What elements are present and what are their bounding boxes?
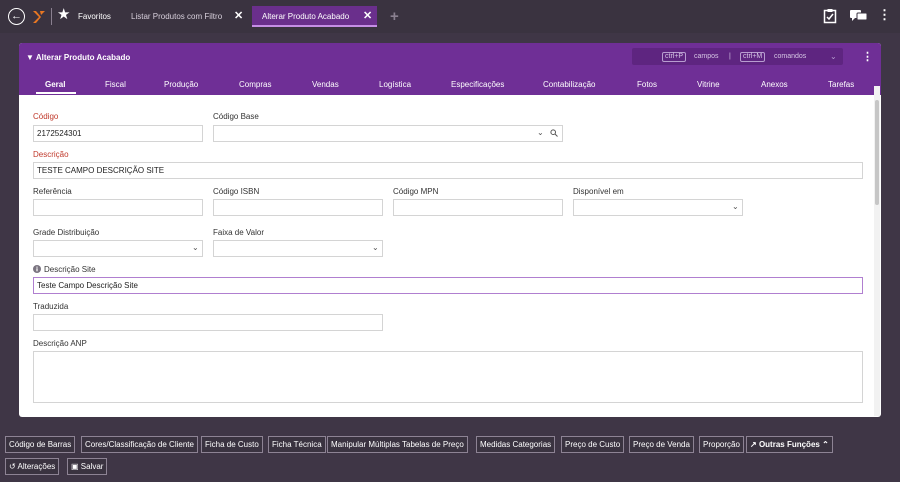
tab-geral[interactable]: Geral (45, 80, 65, 89)
shortcut-fields-label: campos (694, 53, 719, 60)
codigo-barras-button[interactable]: Código de Barras (5, 436, 76, 453)
external-link-icon: ↗ (750, 440, 757, 449)
cores-classificacao-button[interactable]: Cores/Classificação de Cliente (81, 436, 198, 453)
preco-custo-button[interactable]: Preço de Custo (561, 436, 625, 453)
tab-anexos[interactable]: Anexos (761, 80, 788, 89)
preco-venda-button[interactable]: Preço de Venda (629, 436, 694, 453)
codigo-isbn-label: Código ISBN (213, 187, 260, 196)
shortcut-fields-key: ctrl+P (662, 52, 687, 62)
chevron-down-icon[interactable]: ⌄ (537, 128, 544, 137)
codigo-mpn-input[interactable] (393, 199, 563, 216)
outras-funcoes-label: Outras Funções (758, 440, 820, 449)
codigo-base-label: Código Base (213, 112, 259, 121)
outras-funcoes-button[interactable]: ↗ Outras Funções ⌃ (746, 436, 833, 453)
ficha-tecnica-button[interactable]: Ficha Técnica (268, 436, 326, 453)
tab-alterar-produto[interactable]: Alterar Produto Acabado ✕ (252, 6, 377, 27)
tab-compras[interactable]: Compras (239, 80, 271, 89)
tab-tarefas[interactable]: Tarefas (828, 80, 854, 89)
faixa-valor-select[interactable] (213, 240, 383, 257)
codigo-label: Código (33, 112, 59, 121)
save-icon: ▣ (71, 462, 79, 471)
search-icon[interactable] (550, 129, 558, 137)
scrollbar-thumb[interactable] (875, 100, 879, 205)
descricao-anp-label: Descrição ANP (33, 339, 87, 348)
shortcut-separator: | (729, 53, 731, 60)
shortcut-commands-key: ctrl+M (740, 52, 766, 62)
salvar-label: Salvar (80, 462, 104, 471)
top-bar: ← ★ Favoritos Listar Produtos com Filtro… (0, 0, 900, 33)
info-icon[interactable] (33, 265, 41, 273)
clipboard-icon[interactable] (823, 8, 837, 24)
chevron-down-icon[interactable]: ⌄ (372, 243, 379, 252)
tab-vendas[interactable]: Vendas (312, 80, 339, 89)
ficha-custo-button[interactable]: Ficha de Custo (201, 436, 263, 453)
manipular-tabelas-button[interactable]: Manipular Múltiplas Tabelas de Preço (327, 436, 468, 453)
proporcao-button[interactable]: Proporção (699, 436, 744, 453)
faixa-valor-label: Faixa de Valor (213, 228, 264, 237)
descricao-site-label: Descrição Site (44, 265, 96, 274)
codigo-mpn-label: Código MPN (393, 187, 439, 196)
traduzida-input[interactable] (33, 314, 383, 331)
tab-contabilizacao[interactable]: Contabilização (543, 80, 595, 89)
close-icon[interactable]: ✕ (234, 9, 243, 22)
chat-icon[interactable] (850, 9, 868, 23)
divider (51, 8, 52, 25)
favorites-label[interactable]: Favoritos (78, 12, 111, 21)
more-icon[interactable]: ⋮ (878, 8, 891, 21)
descricao-site-input[interactable]: Teste Campo Descrição Site (33, 277, 863, 294)
medidas-categorias-button[interactable]: Medidas Categorias (476, 436, 556, 453)
chevron-down-icon[interactable]: ⌄ (732, 202, 739, 211)
chevron-up-icon: ⌃ (822, 440, 829, 449)
referencia-label: Referência (33, 187, 72, 196)
alteracoes-label: Alterações (17, 462, 56, 471)
codigo-isbn-input[interactable] (213, 199, 383, 216)
disponivel-em-label: Disponível em (573, 187, 624, 196)
descricao-label: Descrição (33, 150, 69, 159)
add-tab-icon[interactable]: + (390, 8, 399, 25)
tab-logistica[interactable]: Logística (379, 80, 411, 89)
codigo-input[interactable]: 2172524301 (33, 125, 203, 142)
shortcut-bar: ctrl+P campos | ctrl+M comandos ⌄ (632, 48, 843, 65)
logo-icon (33, 11, 45, 23)
tab-label: Alterar Produto Acabado (262, 12, 350, 21)
chevron-down-icon[interactable]: ⌄ (830, 52, 837, 61)
panel-title[interactable]: ▼ Alterar Produto Acabado (26, 53, 130, 62)
traduzida-label: Traduzida (33, 302, 69, 311)
history-icon: ↺ (9, 462, 16, 471)
chevron-down-icon[interactable]: ⌄ (192, 243, 199, 252)
back-icon[interactable]: ← (8, 8, 25, 25)
descricao-anp-textarea[interactable] (33, 351, 863, 403)
grade-distribuicao-select[interactable] (33, 240, 203, 257)
active-tab-indicator (36, 92, 76, 94)
panel-tabs: Geral Fiscal Produção Compras Vendas Log… (19, 77, 881, 95)
tab-listar-produtos[interactable]: Listar Produtos com Filtro (131, 12, 222, 21)
tab-fiscal[interactable]: Fiscal (105, 80, 126, 89)
codigo-base-input[interactable] (213, 125, 563, 142)
tab-vitrine[interactable]: Vitrine (697, 80, 720, 89)
alteracoes-button[interactable]: ↺ Alterações (5, 458, 60, 475)
panel-header: ▼ Alterar Produto Acabado ctrl+P campos … (19, 43, 881, 95)
grade-distribuicao-label: Grade Distribuição (33, 228, 100, 237)
more-icon[interactable]: ⋮ (862, 50, 873, 63)
tab-especificacoes[interactable]: Especificações (451, 80, 504, 89)
close-icon[interactable]: ✕ (363, 9, 372, 22)
star-icon[interactable]: ★ (57, 7, 70, 22)
disponivel-em-select[interactable] (573, 199, 743, 216)
main-panel: ▼ Alterar Produto Acabado ctrl+P campos … (19, 43, 881, 417)
panel-title-text: Alterar Produto Acabado (35, 53, 131, 62)
shortcut-commands-label: comandos (774, 53, 807, 60)
tab-fotos[interactable]: Fotos (637, 80, 657, 89)
tab-producao[interactable]: Produção (164, 80, 198, 89)
descricao-input[interactable]: TESTE CAMPO DESCRIÇÃO SITE (33, 162, 863, 179)
salvar-button[interactable]: ▣ Salvar (67, 458, 108, 475)
referencia-input[interactable] (33, 199, 203, 216)
